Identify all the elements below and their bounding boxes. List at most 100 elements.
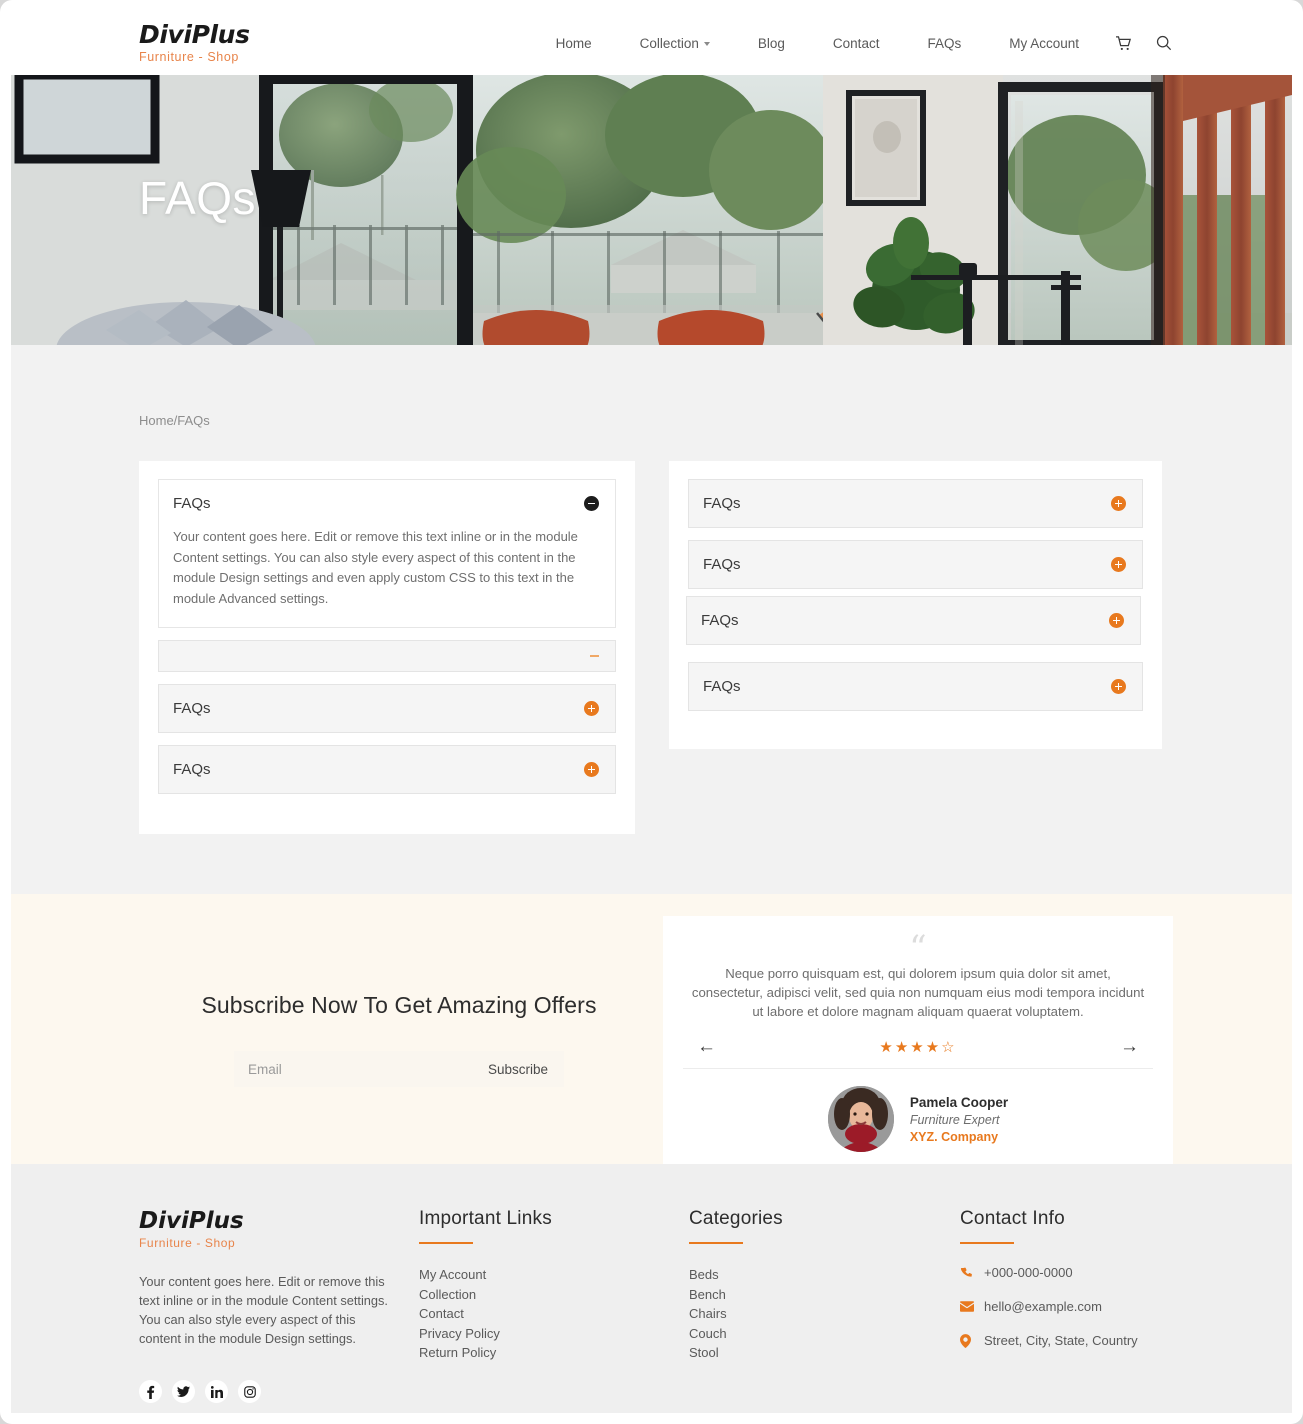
- facebook-icon[interactable]: [139, 1380, 162, 1403]
- author-company: XYZ. Company: [909, 1129, 999, 1144]
- nav-item-collection[interactable]: Collection: [616, 36, 734, 51]
- contact-email[interactable]: hello@example.com: [960, 1299, 1138, 1314]
- minus-icon[interactable]: [590, 655, 599, 657]
- accordion-item[interactable]: FAQs: [688, 662, 1143, 711]
- contact-phone[interactable]: +000-000-0000: [960, 1265, 1138, 1280]
- email-input[interactable]: [234, 1061, 480, 1077]
- page-root: DiviPlus Furniture - Shop Home Collectio…: [11, 11, 1292, 1413]
- faq-card-right: FAQs FAQs FAQs FAQs: [669, 461, 1162, 749]
- accordion-header[interactable]: FAQs: [689, 480, 1142, 527]
- nav-label: Contact: [832, 35, 880, 51]
- accordion-item-open[interactable]: FAQs Your content goes here. Edit or rem…: [158, 479, 616, 628]
- accordion-title: FAQs: [703, 678, 741, 695]
- accordion-item[interactable]: FAQs: [688, 479, 1143, 528]
- subscribe-block: Subscribe Now To Get Amazing Offers Subs…: [139, 940, 659, 1087]
- footer-categories-column: Categories Beds Bench Chairs Couch Stool: [689, 1208, 783, 1363]
- main-navigation: Home Collection Blog Contact FAQs My Acc…: [532, 11, 1184, 75]
- footer-contact-column: Contact Info +000-000-0000 hello@example…: [960, 1208, 1138, 1367]
- next-arrow-button[interactable]: →: [1120, 1037, 1139, 1056]
- footer-logo-wordmark: DiviPlus: [139, 1208, 244, 1234]
- plus-icon[interactable]: [1111, 679, 1126, 694]
- contact-email-value: hello@example.com: [984, 1299, 1102, 1314]
- footer-contact-title: Contact Info: [960, 1208, 1065, 1229]
- footer-link-contact[interactable]: Contact: [419, 1304, 552, 1324]
- contact-address-value: Street, City, State, Country: [984, 1333, 1138, 1348]
- email-icon: [960, 1301, 974, 1312]
- faq-columns: FAQs Your content goes here. Edit or rem…: [139, 461, 1174, 834]
- accordion-header[interactable]: FAQs: [159, 746, 615, 793]
- twitter-icon[interactable]: [172, 1380, 195, 1403]
- accordion-header[interactable]: FAQs: [159, 480, 615, 527]
- faq-section: Home/FAQs FAQs Your content goes here. E…: [11, 345, 1292, 894]
- site-logo[interactable]: DiviPlus Furniture - Shop: [139, 20, 250, 65]
- accordion-title: FAQs: [701, 612, 739, 629]
- testimonial-controls: ← ★★★★☆ →: [683, 1037, 1153, 1069]
- plus-icon[interactable]: [1111, 496, 1126, 511]
- footer-link-collection[interactable]: Collection: [419, 1285, 552, 1305]
- accordion-item[interactable]: FAQs: [686, 596, 1141, 645]
- author-role: Furniture Expert: [909, 1112, 1000, 1127]
- plus-icon[interactable]: [1109, 613, 1124, 628]
- nav-item-my-account[interactable]: My Account: [985, 36, 1103, 51]
- logo-wordmark: DiviPlus: [139, 20, 250, 49]
- avatar: [827, 1086, 894, 1152]
- nav-label: My Account: [1009, 35, 1079, 51]
- title-underline: [689, 1242, 743, 1244]
- subscribe-button[interactable]: Subscribe: [480, 1062, 564, 1077]
- title-underline: [419, 1242, 473, 1244]
- footer-about-text: Your content goes here. Edit or remove t…: [139, 1274, 388, 1346]
- accordion-header[interactable]: FAQs: [689, 541, 1142, 588]
- nav-item-contact[interactable]: Contact: [809, 36, 904, 51]
- contact-phone-value: +000-000-0000: [984, 1265, 1073, 1280]
- plus-icon[interactable]: [1111, 557, 1126, 572]
- linkedin-icon[interactable]: [205, 1380, 228, 1403]
- testimonial-author: Pamela Cooper Furniture Expert XYZ. Comp…: [683, 1069, 1153, 1170]
- breadcrumb[interactable]: Home/FAQs: [139, 413, 1292, 428]
- nav-label: Home: [555, 35, 592, 51]
- title-underline: [960, 1242, 1014, 1244]
- footer-link-privacy-policy[interactable]: Privacy Policy: [419, 1324, 552, 1344]
- testimonial-text: Neque porro quisquam est, qui dolorem ip…: [691, 966, 1145, 1019]
- social-links: [139, 1380, 389, 1403]
- footer-category-stool[interactable]: Stool: [689, 1343, 783, 1363]
- hero-banner: FAQs: [11, 75, 1292, 345]
- quote-icon: “: [909, 928, 927, 968]
- accordion-body: Your content goes here. Edit or remove t…: [173, 529, 578, 606]
- contact-address[interactable]: Street, City, State, Country: [960, 1333, 1138, 1348]
- accordion-title: FAQs: [703, 556, 741, 573]
- footer-category-couch[interactable]: Couch: [689, 1324, 783, 1344]
- accordion-item-collapsing[interactable]: [158, 640, 616, 672]
- avatar-photo: [827, 1086, 894, 1152]
- site-header: DiviPlus Furniture - Shop Home Collectio…: [11, 11, 1292, 75]
- plus-icon[interactable]: [584, 762, 599, 777]
- accordion-title: FAQs: [173, 761, 211, 778]
- accordion-title: FAQs: [173, 700, 211, 717]
- nav-item-home[interactable]: Home: [532, 36, 616, 51]
- accordion-header[interactable]: FAQs: [687, 597, 1140, 644]
- accordion-header[interactable]: FAQs: [159, 685, 615, 732]
- minus-icon[interactable]: [584, 496, 599, 511]
- footer-category-bench[interactable]: Bench: [689, 1285, 783, 1305]
- phone-icon: [960, 1266, 974, 1279]
- accordion-item[interactable]: FAQs: [158, 684, 616, 733]
- nav-item-blog[interactable]: Blog: [734, 36, 809, 51]
- accordion-title: FAQs: [703, 495, 741, 512]
- footer-link-my-account[interactable]: My Account: [419, 1265, 552, 1285]
- footer-about-column: DiviPlus Furniture - Shop Your content g…: [139, 1208, 389, 1404]
- browser-window: DiviPlus Furniture - Shop Home Collectio…: [0, 0, 1303, 1424]
- footer-category-chairs[interactable]: Chairs: [689, 1304, 783, 1324]
- search-icon[interactable]: [1144, 35, 1184, 51]
- accordion-item[interactable]: FAQs: [688, 540, 1143, 589]
- accordion-item[interactable]: FAQs: [158, 745, 616, 794]
- prev-arrow-button[interactable]: ←: [697, 1037, 716, 1056]
- cart-icon[interactable]: [1103, 35, 1144, 51]
- nav-item-faqs[interactable]: FAQs: [903, 36, 985, 51]
- testimonial-card: “ Neque porro quisquam est, qui dolorem …: [663, 916, 1173, 1178]
- footer-category-beds[interactable]: Beds: [689, 1265, 783, 1285]
- plus-icon[interactable]: [584, 701, 599, 716]
- instagram-icon[interactable]: [238, 1380, 261, 1403]
- site-footer: DiviPlus Furniture - Shop Your content g…: [11, 1164, 1292, 1413]
- subscribe-testimonial-section: Subscribe Now To Get Amazing Offers Subs…: [11, 894, 1292, 1178]
- accordion-header[interactable]: FAQs: [689, 663, 1142, 710]
- footer-link-return-policy[interactable]: Return Policy: [419, 1343, 552, 1363]
